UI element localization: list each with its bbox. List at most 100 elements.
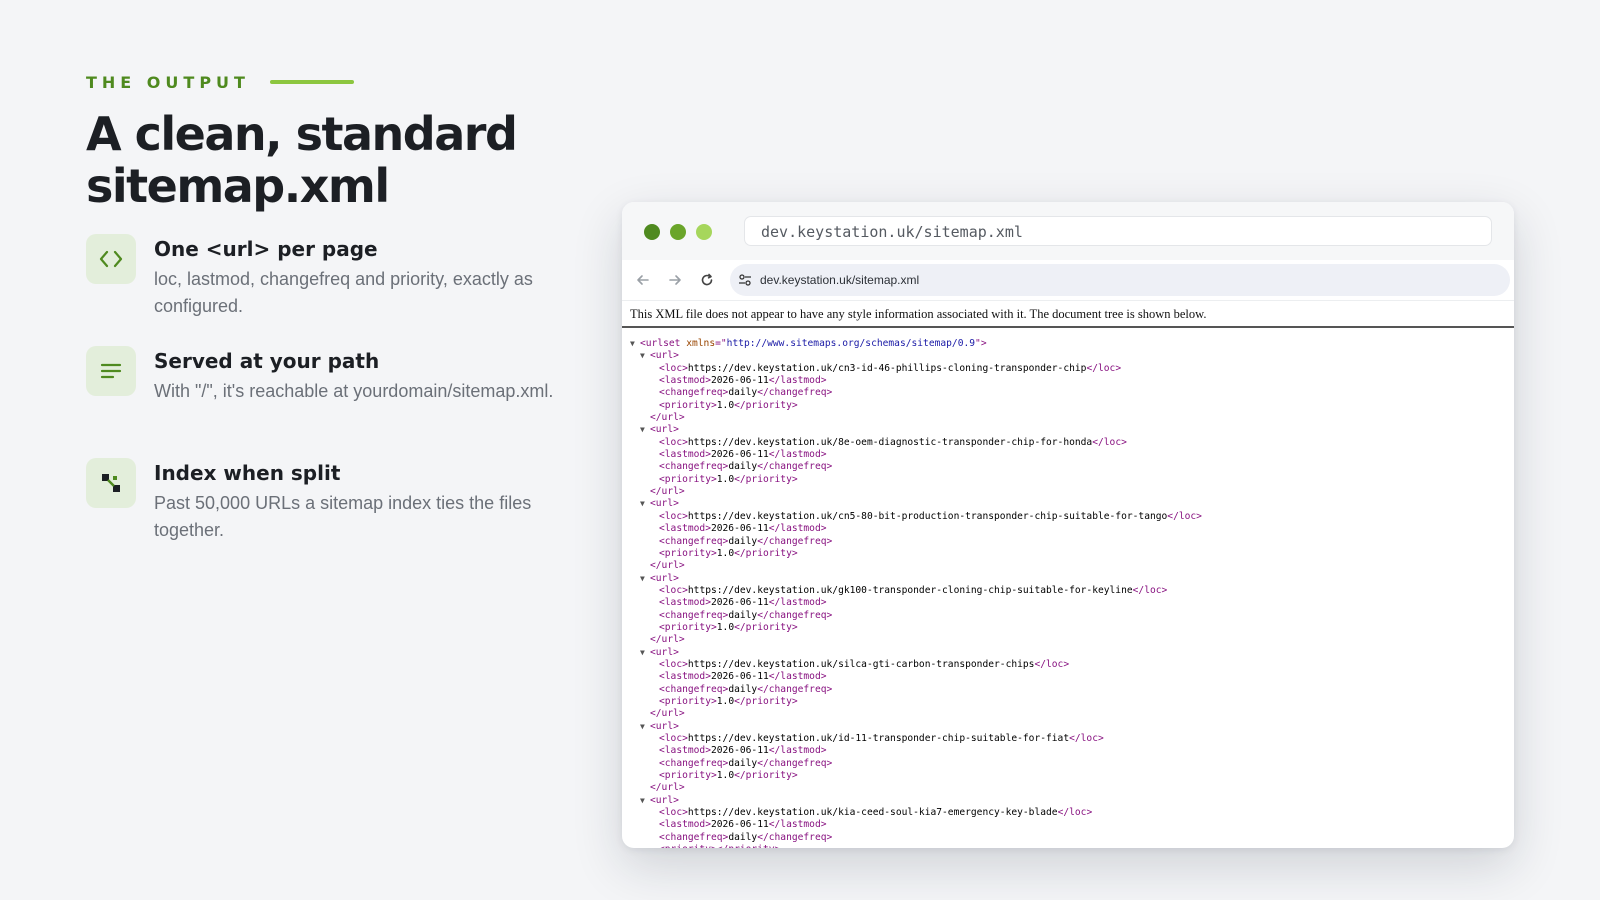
- xml-tag: </loc>: [1167, 510, 1202, 522]
- xml-tag: <loc>: [659, 584, 688, 596]
- xml-priority-value: 1.0: [716, 547, 735, 559]
- xml-url-open: ▼ <url>: [630, 350, 1514, 362]
- collapse-triangle-icon[interactable]: ▼: [640, 424, 650, 436]
- xml-tag: <url>: [650, 720, 679, 732]
- xml-loc-value: https://dev.keystation.uk/8e-oem-diagnos…: [687, 436, 1093, 448]
- xml-lastmod-value: 2026-06-11: [710, 671, 769, 683]
- reload-button[interactable]: [692, 265, 722, 295]
- xml-tag: <url>: [650, 646, 679, 658]
- title-line-2: sitemap.xml: [86, 159, 390, 213]
- xml-tag: <loc>: [659, 362, 688, 374]
- feature-list: One <url> per page loc, lastmod, changef…: [86, 234, 586, 570]
- xml-url-open: ▼ <url>: [630, 573, 1514, 585]
- xml-tag: </priority>: [734, 547, 798, 559]
- xml-tag: </loc>: [1132, 584, 1168, 596]
- window-dot-minimize[interactable]: [670, 224, 686, 240]
- browser-titlebar: dev.keystation.uk/sitemap.xml: [622, 202, 1514, 260]
- forward-button[interactable]: [660, 265, 690, 295]
- collapse-triangle-icon[interactable]: ▼: [630, 338, 640, 350]
- reload-icon: [701, 273, 713, 286]
- xml-tag: <lastmod>: [659, 523, 711, 535]
- xml-changefreq-value: daily: [728, 609, 758, 621]
- xml-loc-value: https://dev.keystation.uk/kia-ceed-soul-…: [687, 807, 1058, 819]
- xml-loc-value: https://dev.keystation.uk/cn3-id-46-phil…: [687, 362, 1087, 374]
- window-dot-maximize[interactable]: [696, 224, 712, 240]
- xml-loc-line: <loc>https://dev.keystation.uk/id-11-tra…: [630, 733, 1514, 745]
- xml-attr-value: http://www.sitemaps.org/schemas/sitemap/…: [726, 338, 976, 349]
- collapse-triangle-icon[interactable]: ▼: [640, 573, 650, 585]
- xml-tag: </url>: [650, 782, 685, 794]
- xml-tag: ">: [975, 338, 987, 349]
- xml-tag: </priority>: [734, 695, 798, 707]
- xml-tag: =": [715, 338, 727, 349]
- xml-loc-value: https://dev.keystation.uk/cn5-80-bit-pro…: [687, 510, 1168, 522]
- xml-tag: </loc>: [1034, 658, 1070, 670]
- xml-changefreq-line: <changefreq>daily</changefreq>: [630, 610, 1514, 622]
- xml-tag: <changefreq>: [659, 683, 729, 695]
- notice-divider: [622, 326, 1514, 328]
- xml-lastmod-line: <lastmod>2026-06-11</lastmod>: [630, 819, 1514, 831]
- xml-tag: </loc>: [1086, 362, 1122, 374]
- collapse-triangle-icon[interactable]: ▼: [640, 647, 650, 659]
- xml-tag: <url>: [650, 350, 679, 362]
- xml-tag: <changefreq>: [659, 831, 729, 843]
- xml-tag: </priority>: [734, 770, 798, 782]
- browser-toolbar: dev.keystation.uk/sitemap.xml: [622, 260, 1514, 301]
- feature-item: One <url> per page loc, lastmod, changef…: [86, 234, 586, 346]
- feature-title: Index when split: [154, 461, 341, 485]
- collapse-triangle-icon[interactable]: ▼: [640, 350, 650, 362]
- xml-lastmod-line: <lastmod>2026-06-11</lastmod>: [630, 523, 1514, 535]
- arrow-left-icon: [637, 275, 649, 285]
- feature-item: Served at your path With "/", it's reach…: [86, 346, 586, 458]
- xml-lastmod-value: 2026-06-11: [710, 375, 769, 387]
- xml-loc-value: https://dev.keystation.uk/silca-gti-carb…: [687, 658, 1035, 670]
- back-button[interactable]: [628, 265, 658, 295]
- xml-tag: </lastmod>: [768, 523, 827, 535]
- xml-tag: </url>: [650, 560, 685, 572]
- xml-changefreq-line: <changefreq>daily</changefreq>: [630, 461, 1514, 473]
- xml-priority-line: <priority>1.0</priority>: [630, 770, 1514, 782]
- xml-tag: </priority>: [717, 844, 781, 848]
- xml-viewer: This XML file does not appear to have an…: [622, 301, 1514, 848]
- xml-tag: <loc>: [659, 658, 688, 670]
- collapse-triangle-icon[interactable]: ▼: [640, 721, 650, 733]
- xml-tag: </loc>: [1069, 733, 1104, 744]
- xml-changefreq-value: daily: [728, 461, 758, 473]
- xml-tag: </lastmod>: [768, 745, 827, 757]
- xml-priority-value: 1.0: [716, 473, 735, 485]
- xml-tag: </url>: [650, 486, 685, 498]
- xml-changefreq-value: daily: [728, 757, 758, 769]
- xml-tag: </lastmod>: [768, 375, 827, 387]
- collapse-triangle-icon[interactable]: ▼: [640, 795, 650, 807]
- browser-window: dev.keystation.uk/sitemap.xml dev.keysta…: [622, 202, 1514, 848]
- xml-tag: <url>: [650, 794, 679, 806]
- xml-lastmod-value: 2026-06-11: [710, 597, 769, 609]
- xml-tag: </priority>: [734, 399, 798, 411]
- window-dot-close[interactable]: [644, 224, 660, 240]
- xml-tag: </url>: [650, 708, 685, 720]
- xml-tag: </changefreq>: [757, 387, 833, 399]
- xml-tag: <priority>: [659, 547, 717, 559]
- xml-tag: <priority>: [659, 844, 717, 848]
- xml-priority-value: 1.0: [716, 695, 735, 707]
- xml-tag: </loc>: [1092, 436, 1127, 448]
- xml-tag: </lastmod>: [768, 819, 827, 831]
- xml-lastmod-value: 2026-06-11: [710, 745, 769, 757]
- xml-urlset-open: ▼ <urlset xmlns="http://www.sitemaps.org/…: [630, 338, 1514, 350]
- site-settings-icon[interactable]: [738, 273, 752, 287]
- collapse-triangle-icon[interactable]: ▼: [640, 498, 650, 510]
- xml-tag: </url>: [650, 412, 685, 424]
- xml-lastmod-value: 2026-06-11: [710, 523, 769, 535]
- page-title: A clean, standard sitemap.xml: [86, 108, 586, 212]
- xml-priority-line: <priority>1.0</priority>: [630, 548, 1514, 560]
- eyebrow-text: THE OUTPUT: [86, 72, 250, 92]
- xml-priority-line: <priority>1.0</priority>: [630, 622, 1514, 634]
- omnibox[interactable]: dev.keystation.uk/sitemap.xml: [730, 264, 1510, 296]
- feature-title: One <url> per page: [154, 237, 378, 261]
- xml-loc-value: https://dev.keystation.uk/id-11-transpon…: [687, 733, 1070, 744]
- xml-changefreq-line: <changefreq>daily</changefreq>: [630, 684, 1514, 696]
- title-line-1: A clean, standard: [86, 107, 518, 161]
- address-bar[interactable]: dev.keystation.uk/sitemap.xml: [744, 216, 1492, 246]
- xml-tag: <changefreq>: [659, 461, 729, 473]
- xml-tag: </changefreq>: [757, 535, 833, 547]
